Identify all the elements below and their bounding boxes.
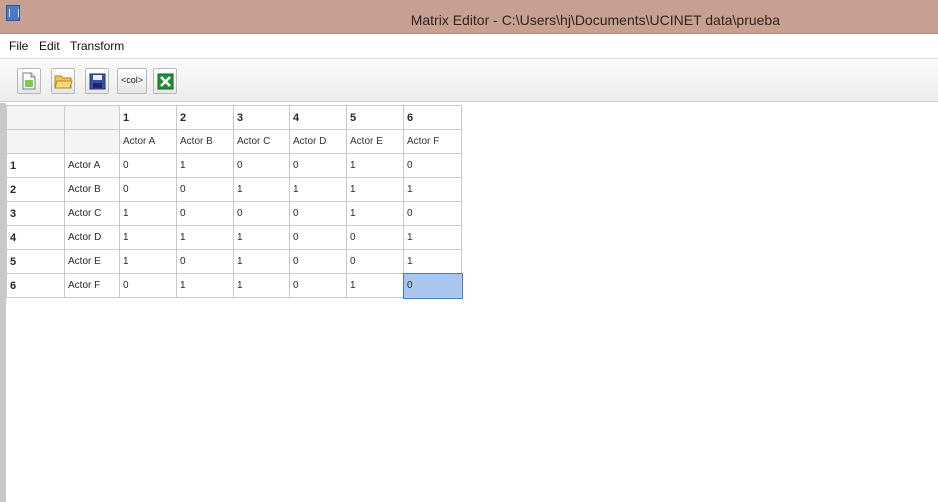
row-header[interactable]: 5 bbox=[6, 249, 65, 274]
matrix-cell[interactable]: 1 bbox=[119, 201, 177, 226]
table-row: 5 Actor E101001 bbox=[6, 249, 462, 274]
column-header[interactable]: 4 bbox=[289, 105, 347, 130]
matrix-cell[interactable]: 1 bbox=[233, 225, 290, 250]
column-header[interactable]: 6 bbox=[403, 105, 462, 130]
row-label-cell[interactable]: Actor B bbox=[64, 177, 120, 202]
matrix-cell[interactable]: 0 bbox=[289, 273, 347, 298]
matrix-cell[interactable]: 0 bbox=[119, 177, 177, 202]
table-row: 3 Actor C100010 bbox=[6, 201, 462, 226]
row-label-cell[interactable]: Actor A bbox=[64, 153, 120, 178]
matrix-cell[interactable]: 1 bbox=[176, 225, 234, 250]
matrix-cell[interactable]: 1 bbox=[119, 225, 177, 250]
matrix-cell[interactable]: 0 bbox=[119, 153, 177, 178]
new-button[interactable] bbox=[17, 68, 41, 94]
row-header[interactable]: 4 bbox=[6, 225, 65, 250]
menu-edit[interactable]: Edit bbox=[39, 39, 60, 53]
excel-export-button[interactable] bbox=[153, 68, 177, 94]
row-label-cell[interactable]: Actor D bbox=[64, 225, 120, 250]
column-label-cell[interactable]: Actor F bbox=[403, 129, 462, 154]
matrix-cell[interactable]: 0 bbox=[119, 273, 177, 298]
matrix-cell[interactable]: 0 bbox=[289, 249, 347, 274]
toolbar: <col> bbox=[0, 58, 938, 102]
open-folder-icon bbox=[54, 75, 73, 89]
matrix-cell[interactable]: 1 bbox=[403, 177, 462, 202]
matrix-cell[interactable]: 0 bbox=[346, 249, 404, 274]
matrix-cell[interactable]: 0 bbox=[176, 249, 234, 274]
column-label-cell[interactable]: Actor E bbox=[346, 129, 404, 154]
row-label-cell[interactable]: Actor F bbox=[64, 273, 120, 298]
column-header[interactable]: 2 bbox=[176, 105, 234, 130]
column-label-cell[interactable]: Actor B bbox=[176, 129, 234, 154]
matrix-cell[interactable]: 1 bbox=[346, 273, 404, 298]
save-disk-icon bbox=[89, 73, 106, 90]
matrix-cell[interactable]: 0 bbox=[176, 201, 234, 226]
matrix-cell[interactable]: 0 bbox=[289, 225, 347, 250]
column-label-cell[interactable]: Actor D bbox=[289, 129, 347, 154]
row-header[interactable]: 1 bbox=[6, 153, 65, 178]
matrix-cell[interactable]: 0 bbox=[233, 153, 290, 178]
matrix-cell[interactable]: 0 bbox=[346, 225, 404, 250]
column-labels-label: <col> bbox=[120, 75, 144, 85]
title-bar: Matrix Editor - C:\Users\hj\Documents\UC… bbox=[0, 0, 938, 34]
row-header[interactable]: 2 bbox=[6, 177, 65, 202]
column-number-row: 1 2 3 4 5 6 bbox=[6, 105, 462, 130]
matrix-cell[interactable]: 1 bbox=[346, 177, 404, 202]
table-row: 6 Actor F011010 bbox=[6, 272, 463, 299]
row-header[interactable]: 3 bbox=[6, 201, 65, 226]
open-button[interactable] bbox=[51, 68, 75, 94]
row-header[interactable]: 6 bbox=[6, 273, 65, 298]
matrix-cell[interactable]: 1 bbox=[176, 153, 234, 178]
column-label-cell[interactable]: Actor C bbox=[233, 129, 290, 154]
column-header[interactable]: 5 bbox=[346, 105, 404, 130]
matrix-cell[interactable]: 1 bbox=[403, 225, 462, 250]
corner-cell-label-label[interactable] bbox=[64, 129, 120, 154]
matrix-cell[interactable]: 0 bbox=[289, 153, 347, 178]
table-row: 4 Actor D111001 bbox=[6, 225, 462, 250]
save-button[interactable] bbox=[85, 68, 109, 94]
menu-file[interactable]: File bbox=[9, 39, 28, 53]
matrix-cell[interactable]: 0 bbox=[403, 153, 462, 178]
corner-cell[interactable] bbox=[6, 105, 65, 130]
table-row: 2 Actor B001111 bbox=[6, 177, 462, 202]
matrix-cell[interactable]: 1 bbox=[176, 273, 234, 298]
column-header[interactable]: 1 bbox=[119, 105, 177, 130]
matrix-cell[interactable]: 1 bbox=[233, 249, 290, 274]
menu-bar: File Edit Transform bbox=[0, 35, 938, 57]
matrix-cell[interactable]: 1 bbox=[403, 249, 462, 274]
matrix-cell[interactable]: 0 bbox=[176, 177, 234, 202]
matrix-cell[interactable]: 0 bbox=[402, 272, 463, 299]
matrix-cell[interactable]: 1 bbox=[233, 273, 290, 298]
column-label-row: Actor A Actor B Actor C Actor D Actor E … bbox=[6, 129, 462, 154]
matrix-cell[interactable]: 0 bbox=[289, 201, 347, 226]
app-icon bbox=[6, 5, 20, 21]
table-row: 1 Actor A010010 bbox=[6, 153, 462, 178]
matrix-cell[interactable]: 1 bbox=[289, 177, 347, 202]
window-title: Matrix Editor - C:\Users\hj\Documents\UC… bbox=[410, 12, 780, 28]
excel-icon bbox=[157, 73, 174, 90]
matrix-grid: 1 2 3 4 5 6 Actor A Actor B Actor C Acto… bbox=[6, 105, 463, 299]
column-labels-button[interactable]: <col> bbox=[117, 68, 147, 94]
new-icon bbox=[22, 72, 36, 90]
row-label-cell[interactable]: Actor C bbox=[64, 201, 120, 226]
corner-cell-label[interactable] bbox=[64, 105, 120, 130]
column-header[interactable]: 3 bbox=[233, 105, 290, 130]
matrix-cell[interactable]: 1 bbox=[119, 249, 177, 274]
column-label-cell[interactable]: Actor A bbox=[119, 129, 177, 154]
matrix-cell[interactable]: 0 bbox=[403, 201, 462, 226]
corner-cell-row-label[interactable] bbox=[6, 129, 65, 154]
matrix-cell[interactable]: 1 bbox=[233, 177, 290, 202]
matrix-cell[interactable]: 1 bbox=[346, 201, 404, 226]
menu-transform[interactable]: Transform bbox=[70, 39, 124, 53]
matrix-cell[interactable]: 1 bbox=[346, 153, 404, 178]
matrix-cell[interactable]: 0 bbox=[233, 201, 290, 226]
row-label-cell[interactable]: Actor E bbox=[64, 249, 120, 274]
